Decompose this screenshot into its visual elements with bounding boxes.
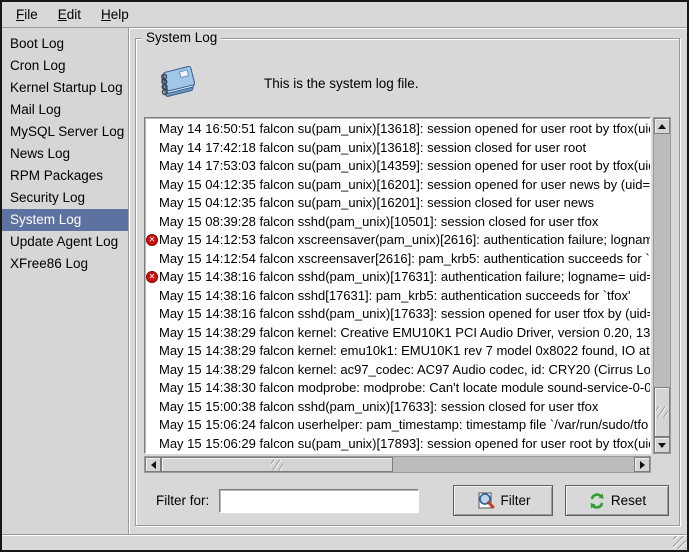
error-icon — [146, 234, 158, 246]
menu-bar: FileEditHelp — [2, 2, 687, 28]
log-entry-text: May 15 08:39:28 falcon sshd(pam_unix)[10… — [159, 214, 598, 229]
scroll-left-button[interactable] — [145, 457, 161, 472]
log-entry-text: May 15 14:38:29 falcon kernel: emu10k1: … — [159, 343, 650, 358]
log-entry[interactable]: May 15 14:38:29 falcon kernel: emu10k1: … — [145, 342, 650, 361]
sidebar-item[interactable]: MySQL Server Log — [2, 121, 128, 143]
sidebar-item[interactable]: System Log — [2, 209, 128, 231]
log-entry[interactable]: May 14 17:53:03 falcon su(pam_unix)[1435… — [145, 157, 650, 176]
horizontal-scrollbar — [144, 456, 651, 473]
log-entry-text: May 15 14:38:30 falcon modprobe: modprob… — [159, 380, 651, 395]
horizontal-scroll-trough[interactable] — [161, 457, 634, 472]
log-entry-text: May 15 14:38:16 falcon sshd(pam_unix)[17… — [159, 269, 651, 284]
sidebar-item[interactable]: Update Agent Log — [2, 231, 128, 253]
arrow-down-icon — [658, 443, 666, 452]
panel-header: This is the system log file. — [144, 55, 671, 111]
filter-input[interactable] — [219, 489, 419, 513]
log-entry-text: May 15 15:00:38 falcon sshd(pam_unix)[17… — [159, 399, 598, 414]
menu-item[interactable]: File — [6, 4, 48, 25]
log-entry-text: May 15 14:12:53 falcon xscreensaver(pam_… — [159, 232, 651, 247]
log-book-icon — [154, 62, 198, 104]
log-entry[interactable]: May 15 14:38:16 falcon sshd[17631]: pam_… — [145, 287, 650, 306]
resize-grip-icon[interactable] — [673, 536, 686, 549]
log-entry[interactable]: May 15 14:12:53 falcon xscreensaver(pam_… — [145, 231, 650, 250]
log-entry-text: May 14 17:42:18 falcon su(pam_unix)[1361… — [159, 140, 586, 155]
sidebar-item[interactable]: RPM Packages — [2, 165, 128, 187]
log-entry-text: May 15 14:38:16 falcon sshd(pam_unix)[17… — [159, 306, 651, 321]
log-entry-text: May 15 04:12:35 falcon su(pam_unix)[1620… — [159, 195, 594, 210]
sidebar-item[interactable]: XFree86 Log — [2, 253, 128, 275]
arrow-right-icon — [640, 461, 649, 469]
sidebar-item[interactable]: Boot Log — [2, 33, 128, 55]
filter-button-label: Filter — [501, 493, 531, 508]
log-scroll-area: May 14 16:50:51 falcon su(pam_unix)[1361… — [144, 117, 671, 473]
status-bar — [2, 534, 687, 550]
groupbox-title: System Log — [142, 30, 221, 45]
log-entry-text: May 15 15:06:24 falcon userhelper: pam_t… — [159, 417, 648, 432]
sidebar-item[interactable]: Mail Log — [2, 99, 128, 121]
menu-item[interactable]: Help — [91, 4, 139, 25]
log-viewer-window: FileEditHelp Boot LogCron LogKernel Star… — [0, 0, 689, 552]
log-entry-text: May 14 17:53:03 falcon su(pam_unix)[1435… — [159, 158, 651, 173]
log-entry[interactable]: May 15 14:38:30 falcon modprobe: modprob… — [145, 379, 650, 398]
log-entry[interactable]: May 15 04:12:35 falcon su(pam_unix)[1620… — [145, 176, 650, 195]
log-entry-text: May 15 14:38:29 falcon kernel: ac97_code… — [159, 362, 651, 377]
magnifier-icon — [476, 491, 496, 511]
sidebar-item[interactable]: Cron Log — [2, 55, 128, 77]
log-entry[interactable]: May 15 15:00:38 falcon sshd(pam_unix)[17… — [145, 398, 650, 417]
reset-button-label: Reset — [611, 493, 646, 508]
content-area: Boot LogCron LogKernel Startup LogMail L… — [2, 28, 687, 534]
log-entry-text: May 15 14:38:29 falcon kernel: Creative … — [159, 325, 650, 340]
log-description: This is the system log file. — [264, 76, 419, 91]
filter-label: Filter for: — [156, 493, 209, 508]
menu-item[interactable]: Edit — [48, 4, 91, 25]
log-entry-text: May 15 15:06:29 falcon su(pam_unix)[1789… — [159, 436, 651, 451]
vertical-scroll-trough[interactable] — [654, 134, 670, 437]
log-entry[interactable]: May 15 15:06:24 falcon userhelper: pam_t… — [145, 416, 650, 435]
refresh-icon — [588, 492, 606, 510]
log-list: May 14 16:50:51 falcon su(pam_unix)[1361… — [144, 117, 651, 454]
log-entry-text: May 15 04:12:35 falcon su(pam_unix)[1620… — [159, 177, 650, 192]
filter-bar: Filter for: Filter — [144, 485, 671, 516]
filter-button[interactable]: Filter — [453, 485, 553, 516]
arrow-left-icon — [147, 461, 156, 469]
vertical-scroll-thumb[interactable] — [654, 387, 670, 437]
log-type-list: Boot LogCron LogKernel Startup LogMail L… — [2, 28, 129, 534]
sidebar-item[interactable]: Security Log — [2, 187, 128, 209]
vertical-scrollbar — [653, 117, 671, 454]
horizontal-scroll-thumb[interactable] — [161, 457, 393, 472]
main-panel: System Log T — [129, 28, 687, 534]
log-entry[interactable]: May 15 14:12:54 falcon xscreensaver[2616… — [145, 250, 650, 269]
log-entry-text: May 15 14:12:54 falcon xscreensaver[2616… — [159, 251, 650, 266]
log-entry[interactable]: May 15 04:12:35 falcon su(pam_unix)[1620… — [145, 194, 650, 213]
log-entry[interactable]: May 15 14:38:16 falcon sshd(pam_unix)[17… — [145, 268, 650, 287]
log-entry[interactable]: May 14 17:42:18 falcon su(pam_unix)[1361… — [145, 139, 650, 158]
log-entry[interactable]: May 14 16:50:51 falcon su(pam_unix)[1361… — [145, 120, 650, 139]
system-log-groupbox: System Log T — [135, 38, 680, 526]
log-entry-text: May 14 16:50:51 falcon su(pam_unix)[1361… — [159, 121, 651, 136]
log-entry[interactable]: May 15 08:39:28 falcon sshd(pam_unix)[10… — [145, 213, 650, 232]
scroll-up-button[interactable] — [654, 118, 670, 134]
scroll-down-button[interactable] — [654, 437, 670, 453]
reset-button[interactable]: Reset — [565, 485, 669, 516]
log-entry[interactable]: May 15 14:38:29 falcon kernel: Creative … — [145, 324, 650, 343]
sidebar-item[interactable]: Kernel Startup Log — [2, 77, 128, 99]
error-icon — [146, 271, 158, 283]
log-entry-text: May 15 14:38:16 falcon sshd[17631]: pam_… — [159, 288, 631, 303]
scroll-right-button[interactable] — [634, 457, 650, 472]
log-entry[interactable]: May 15 14:38:16 falcon sshd(pam_unix)[17… — [145, 305, 650, 324]
arrow-up-icon — [658, 120, 666, 129]
log-entry[interactable]: May 15 15:06:29 falcon su(pam_unix)[1789… — [145, 435, 650, 454]
log-entry[interactable]: May 15 14:38:29 falcon kernel: ac97_code… — [145, 361, 650, 380]
sidebar-item[interactable]: News Log — [2, 143, 128, 165]
